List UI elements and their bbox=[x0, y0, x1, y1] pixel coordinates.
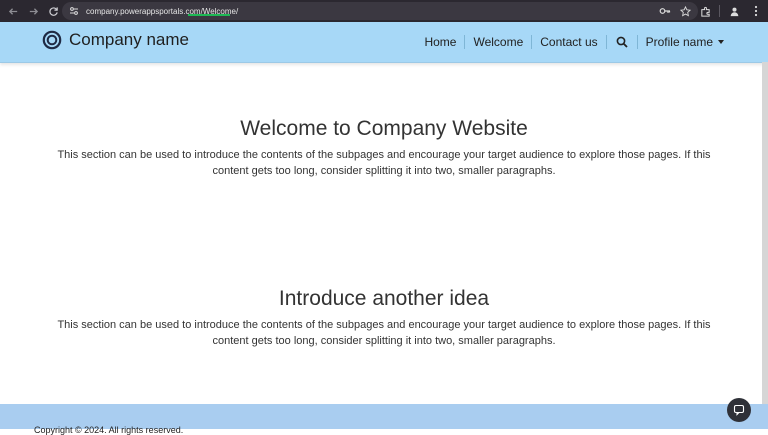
section-title: Welcome to Company Website bbox=[240, 117, 528, 140]
site-header: Company name Home Welcome Contact us Pro… bbox=[0, 22, 768, 63]
idea-section: Introduce another idea This section can … bbox=[0, 287, 768, 349]
star-icon[interactable] bbox=[678, 3, 692, 19]
main-nav: Home Welcome Contact us Profile name bbox=[416, 22, 724, 62]
toolbar-divider bbox=[719, 5, 720, 17]
menu-icon[interactable] bbox=[748, 2, 764, 20]
brand-name: Company name bbox=[69, 30, 190, 49]
page-scrollbar[interactable] bbox=[762, 62, 768, 404]
address-bar[interactable]: company.powerappsportals.com/Welcome/ bbox=[62, 2, 698, 20]
profile-menu[interactable]: Profile name bbox=[638, 35, 724, 49]
profile-name: Profile name bbox=[645, 35, 713, 49]
reload-icon[interactable] bbox=[44, 2, 62, 20]
section-body: This section can be used to introduce th… bbox=[57, 149, 711, 177]
browser-toolbar: company.powerappsportals.com/Welcome/ bbox=[0, 0, 768, 22]
forward-arrow-icon[interactable] bbox=[24, 2, 42, 20]
chat-icon bbox=[733, 404, 745, 416]
nav-home[interactable]: Home bbox=[416, 35, 464, 49]
company-logo-icon bbox=[42, 30, 62, 50]
section-body: This section can be used to introduce th… bbox=[57, 319, 711, 347]
brand-link[interactable]: Company name bbox=[42, 30, 189, 50]
section-title: Introduce another idea bbox=[278, 287, 490, 310]
back-arrow-icon[interactable] bbox=[4, 2, 22, 20]
chat-widget-button[interactable] bbox=[727, 398, 751, 422]
search-icon[interactable] bbox=[611, 31, 633, 53]
url-highlight-underline bbox=[188, 14, 230, 16]
welcome-section: Welcome to Company Website This section … bbox=[0, 117, 768, 179]
key-icon[interactable] bbox=[658, 3, 672, 19]
profile-icon[interactable] bbox=[726, 2, 742, 20]
scrollbar-thumb[interactable] bbox=[762, 62, 768, 404]
nav-contact-us[interactable]: Contact us bbox=[532, 35, 605, 49]
copyright-text: Copyright © 2024. All rights reserved. bbox=[34, 425, 184, 435]
caret-down-icon bbox=[718, 40, 724, 44]
nav-welcome[interactable]: Welcome bbox=[465, 35, 531, 49]
nav-divider bbox=[605, 35, 607, 49]
url-host: company.powerappsportals.com/ bbox=[86, 6, 203, 16]
site-footer: Copyright © 2024. All rights reserved. bbox=[0, 404, 768, 435]
extensions-icon[interactable] bbox=[697, 2, 713, 20]
site-info-icon[interactable] bbox=[66, 3, 82, 19]
